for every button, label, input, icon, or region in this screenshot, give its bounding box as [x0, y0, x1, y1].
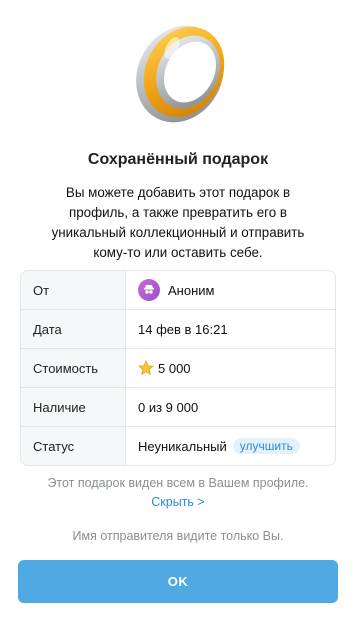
- detail-row-status: Статус Неуникальный улучшить: [21, 426, 335, 465]
- gift-details-table: От Аноним Дата 14 фев в 16:21 Стоимость: [20, 270, 336, 466]
- hide-link[interactable]: Скрыть >: [0, 493, 356, 512]
- cost-amount: 5 000: [158, 360, 191, 376]
- detail-row-from: От Аноним: [21, 271, 335, 309]
- visibility-text: Этот подарок виден всем в Вашем профиле.: [47, 476, 309, 490]
- gift-ring-icon: [118, 8, 238, 128]
- star-icon: [138, 360, 154, 376]
- status-label: Статус: [21, 427, 126, 465]
- cost-value: 5 000: [126, 349, 335, 387]
- detail-row-date: Дата 14 фев в 16:21: [21, 309, 335, 348]
- ok-button[interactable]: OK: [18, 560, 338, 603]
- status-value: Неуникальный улучшить: [126, 427, 335, 465]
- status-text: Неуникальный: [138, 438, 227, 454]
- upgrade-button[interactable]: улучшить: [232, 438, 300, 454]
- date-label: Дата: [21, 310, 126, 348]
- detail-row-cost: Стоимость 5 000: [21, 348, 335, 387]
- sender-name: Аноним: [168, 282, 215, 298]
- dialog-title: Сохранённый подарок: [87, 151, 269, 168]
- detail-row-availability: Наличие 0 из 9 000: [21, 387, 335, 426]
- from-label: От: [21, 271, 126, 309]
- sender-value[interactable]: Аноним: [126, 271, 335, 309]
- availability-value: 0 из 9 000: [138, 399, 199, 415]
- date-value: 14 фев в 16:21: [138, 321, 228, 337]
- cost-label: Стоимость: [21, 349, 126, 387]
- sender-visibility-note: Имя отправителя видите только Вы.: [72, 529, 284, 543]
- visibility-note: Этот подарок виден всем в Вашем профиле.…: [0, 474, 356, 512]
- anonymous-avatar-icon: [138, 279, 160, 301]
- gift-description: Вы можете добавить этот подарок в профил…: [51, 185, 305, 260]
- availability-label: Наличие: [21, 388, 126, 426]
